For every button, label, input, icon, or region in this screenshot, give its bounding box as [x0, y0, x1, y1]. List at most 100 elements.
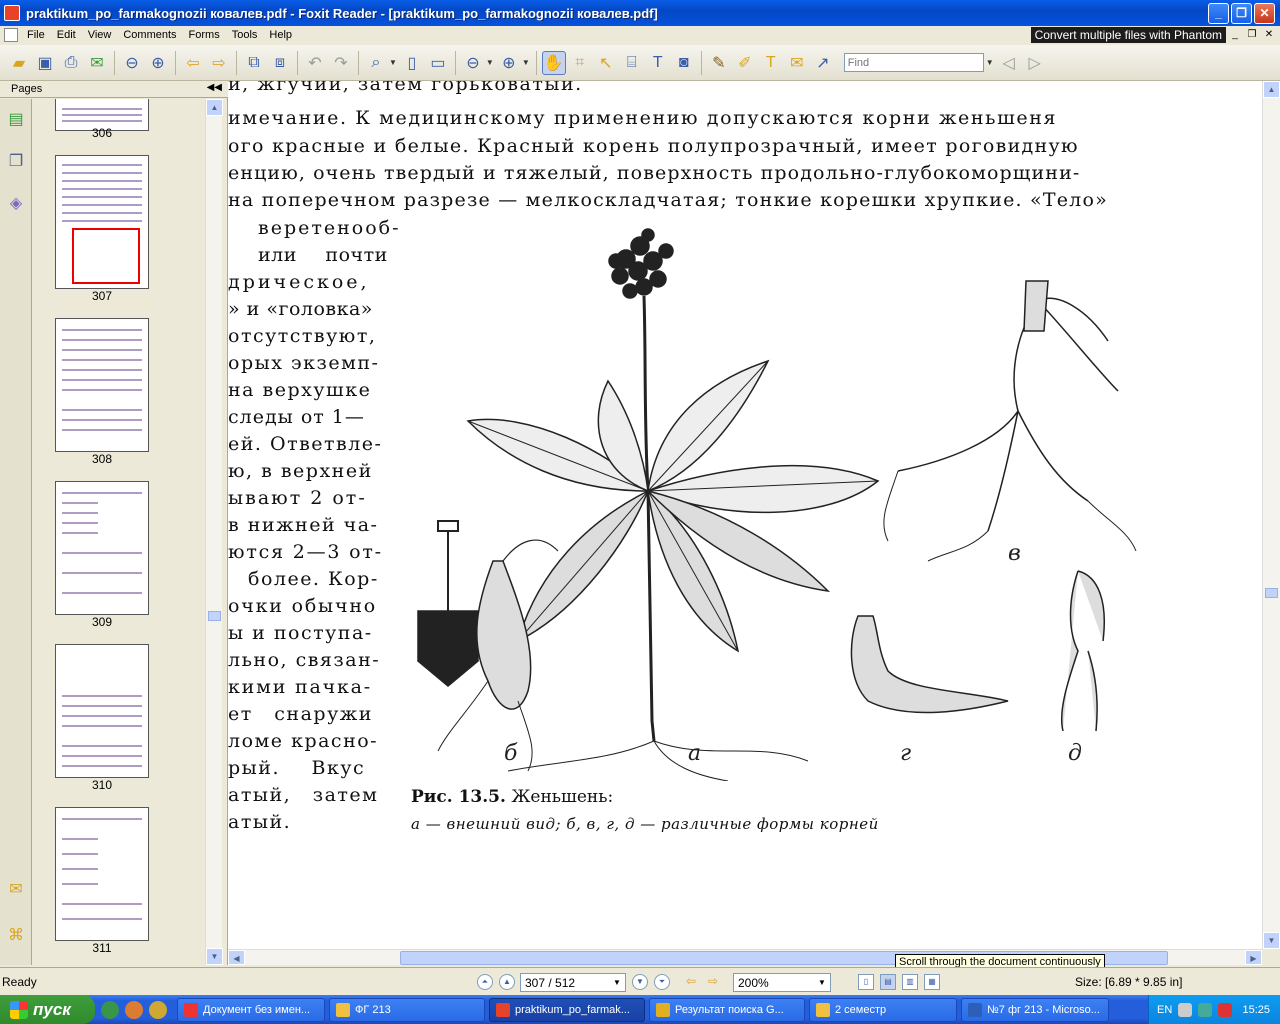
scroll-down-arrow[interactable]: ▼	[206, 948, 223, 965]
document-menu-icon[interactable]	[4, 28, 18, 42]
edit-icon[interactable]: ✎	[707, 51, 731, 75]
vertical-scroll-thumb[interactable]	[1265, 588, 1278, 598]
task-foxit-reader[interactable]: praktikum_po_farmak...	[489, 997, 645, 1022]
doc-close-button[interactable]: ✕	[1261, 27, 1277, 42]
redo-icon[interactable]: ↷	[329, 51, 353, 75]
quicklaunch-chrome-icon[interactable]	[149, 1000, 167, 1019]
pdf-create-icon[interactable]: ⧉	[242, 51, 266, 75]
typewriter-icon[interactable]: T	[646, 51, 670, 75]
first-page-icon[interactable]: ⏶	[477, 974, 493, 990]
highlight-icon[interactable]: ✐	[733, 51, 757, 75]
snapshot-icon[interactable]: ⌸	[620, 51, 644, 75]
single-page-icon[interactable]: ▯	[858, 974, 874, 990]
note-icon[interactable]: ✉	[785, 51, 809, 75]
zoom-field[interactable]: 200% ▼	[733, 973, 831, 992]
scroll-down-arrow[interactable]: ▼	[1263, 932, 1280, 949]
save-icon[interactable]: ▣	[33, 51, 57, 75]
antivirus-icon[interactable]	[1218, 1002, 1233, 1017]
scroll-right-arrow[interactable]: ▶	[1245, 950, 1262, 965]
open-icon[interactable]: ▰	[7, 51, 31, 75]
email-icon[interactable]: ✉	[85, 51, 109, 75]
chevron-down-icon[interactable]: ▼	[522, 58, 530, 67]
menu-file[interactable]: File	[21, 29, 51, 41]
menu-tools[interactable]: Tools	[226, 29, 264, 41]
pdf-convert-icon[interactable]: ⧈	[268, 51, 292, 75]
next-page-icon[interactable]: ▼	[632, 974, 648, 990]
find-previous-icon[interactable]: ◁	[997, 51, 1021, 75]
continuous-facing-icon[interactable]: ▦	[924, 974, 940, 990]
language-indicator[interactable]: EN	[1157, 1004, 1172, 1016]
fit-page-icon[interactable]: ▯	[400, 51, 424, 75]
select-annotation-icon[interactable]: ↖	[594, 51, 618, 75]
forward-view-icon[interactable]: ⇨	[705, 974, 721, 990]
zoom-out-icon[interactable]: ⊖	[461, 51, 485, 75]
arrow-icon[interactable]: ↗	[811, 51, 835, 75]
minimize-button[interactable]: _	[1208, 2, 1229, 24]
page-thumbnail-selected[interactable]	[55, 155, 149, 289]
zoom-plus-icon[interactable]: ⊕	[497, 51, 521, 75]
chevron-down-icon[interactable]: ▼	[610, 975, 624, 990]
last-page-icon[interactable]: ⏷	[654, 974, 670, 990]
document-vertical-scrollbar[interactable]: ▲ ▼	[1262, 81, 1280, 949]
menu-view[interactable]: View	[82, 29, 118, 41]
quicklaunch-firefox-icon[interactable]	[125, 1000, 143, 1019]
menu-edit[interactable]: Edit	[51, 29, 82, 41]
network-icon[interactable]	[1178, 1002, 1193, 1017]
textbox-icon[interactable]: T	[759, 51, 783, 75]
document-horizontal-scrollbar[interactable]: ◀ ▶	[228, 949, 1262, 965]
undo-icon[interactable]: ↶	[303, 51, 327, 75]
chevron-down-icon[interactable]: ▼	[486, 58, 494, 67]
back-icon[interactable]: ⇦	[181, 51, 205, 75]
page-thumbnail[interactable]	[55, 318, 149, 452]
task-document[interactable]: Документ без имен...	[177, 997, 325, 1022]
menu-forms[interactable]: Forms	[183, 29, 226, 41]
scroll-left-arrow[interactable]: ◀	[228, 950, 245, 965]
page-thumbnail[interactable]	[55, 481, 149, 615]
chevron-down-icon[interactable]: ▼	[986, 58, 994, 67]
volume-icon[interactable]	[1198, 1002, 1213, 1017]
start-button[interactable]: пуск	[0, 995, 95, 1024]
doc-minimize-button[interactable]: _	[1227, 27, 1243, 42]
hand-tool-icon[interactable]: ✋	[541, 50, 566, 75]
page-thumbnail[interactable]	[55, 644, 149, 778]
menu-comments[interactable]: Comments	[117, 29, 182, 41]
page-thumbnail[interactable]	[55, 807, 149, 941]
phantom-banner[interactable]: Convert multiple files with Phantom	[1030, 27, 1226, 43]
current-view-frame[interactable]	[72, 228, 140, 284]
forward-icon[interactable]: ⇨	[207, 51, 231, 75]
task-semester-folder[interactable]: 2 семестр	[809, 997, 957, 1022]
previous-page-icon[interactable]: ⊖	[120, 51, 144, 75]
bookmarks-tab-icon[interactable]: ▤	[6, 109, 26, 131]
select-text-icon[interactable]: ⌗	[568, 51, 592, 75]
document-view[interactable]: и, жгучий, затем горьковатый. имечание. …	[228, 81, 1262, 949]
close-button[interactable]: ✕	[1254, 2, 1275, 24]
attachments-tab-icon[interactable]: ⌘	[6, 925, 26, 947]
chevron-down-icon[interactable]: ▼	[389, 58, 397, 67]
maximize-button[interactable]: ❐	[1231, 2, 1252, 24]
find-input[interactable]	[843, 53, 984, 72]
quicklaunch-utorrent-icon[interactable]	[101, 1000, 119, 1019]
next-page-icon[interactable]: ⊕	[146, 51, 170, 75]
scroll-up-arrow[interactable]: ▲	[1263, 81, 1280, 98]
thumbnail-scroll-thumb[interactable]	[208, 611, 221, 621]
comments-tab-icon[interactable]: ✉	[6, 879, 26, 901]
zoom-in-icon[interactable]: ⌕	[364, 51, 388, 75]
pages-tab-icon[interactable]: ❐	[6, 151, 26, 173]
print-icon[interactable]: ⎙	[59, 51, 83, 75]
collapse-panel-icon[interactable]: ◀◀	[207, 82, 222, 93]
prev-page-icon[interactable]: ▲	[499, 974, 515, 990]
layers-tab-icon[interactable]: ◈	[6, 193, 26, 215]
doc-restore-button[interactable]: ❐	[1244, 27, 1260, 42]
chevron-down-icon[interactable]: ▼	[815, 975, 829, 990]
camera-icon[interactable]: ◙	[672, 51, 696, 75]
task-word[interactable]: №7 фг 213 - Microso...	[961, 997, 1109, 1022]
page-number-field[interactable]: 307 / 512 ▼	[520, 973, 626, 992]
scroll-up-arrow[interactable]: ▲	[206, 99, 223, 116]
task-google-search[interactable]: Результат поиска G...	[649, 997, 805, 1022]
back-view-icon[interactable]: ⇦	[683, 974, 699, 990]
fit-width-icon[interactable]: ▭	[426, 51, 450, 75]
continuous-page-icon[interactable]: ▤	[880, 974, 896, 990]
task-fg213-folder[interactable]: ФГ 213	[329, 997, 485, 1022]
facing-page-icon[interactable]: ▥	[902, 974, 918, 990]
thumbnail-scrollbar[interactable]: ▲ ▼	[205, 99, 223, 965]
